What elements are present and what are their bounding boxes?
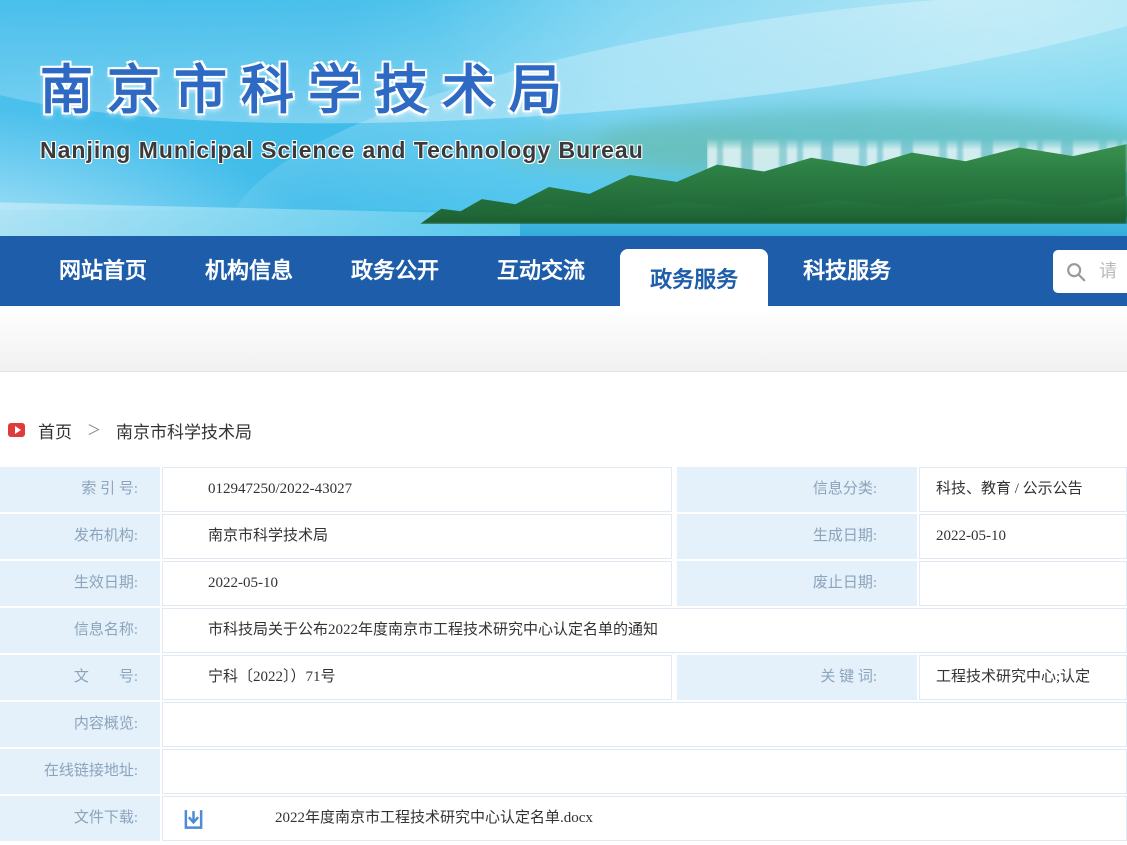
table-row-index: 索 引 号: 012947250/2022-43027 信息分类: 科技、教育 … bbox=[0, 467, 1127, 512]
breadcrumb-separator: ＞ bbox=[87, 420, 101, 440]
nav-item-home[interactable]: 网站首页 bbox=[36, 236, 170, 306]
site-title-en: Nanjing Municipal Science and Technology… bbox=[40, 137, 644, 164]
nav-item-gov-service-active[interactable]: 政务服务 bbox=[620, 249, 768, 311]
file-download-label: 文件下载: bbox=[0, 796, 160, 841]
nav-item-tech-service[interactable]: 科技服务 bbox=[780, 236, 914, 306]
table-row-docnum: 文 号: 宁科〔2022〕）71号 关 键 词: 工程技术研究中心;认定 bbox=[0, 655, 1127, 700]
breadcrumb-home-link[interactable]: 首页 bbox=[38, 418, 72, 443]
nav-item-org-info[interactable]: 机构信息 bbox=[182, 236, 316, 306]
search-input[interactable] bbox=[1099, 261, 1127, 282]
subnav-strip bbox=[0, 306, 1127, 372]
breadcrumb-current[interactable]: 南京市科学技术局 bbox=[116, 418, 252, 443]
content-summary-label: 内容概览: bbox=[0, 702, 160, 747]
keywords-value: 工程技术研究中心;认定 bbox=[919, 655, 1127, 700]
table-row-title: 信息名称: 市科技局关于公布2022年度南京市工程技术研究中心认定名单的通知 bbox=[0, 608, 1127, 653]
info-name-value: 市科技局关于公布2022年度南京市工程技术研究中心认定名单的通知 bbox=[162, 608, 1127, 653]
publisher-label: 发布机构: bbox=[0, 514, 160, 559]
nav-item-gov-open[interactable]: 政务公开 bbox=[328, 236, 462, 306]
document-info-table: 索 引 号: 012947250/2022-43027 信息分类: 科技、教育 … bbox=[0, 467, 1127, 841]
effective-date-label: 生效日期: bbox=[0, 561, 160, 606]
publisher-value: 南京市科学技术局 bbox=[162, 514, 672, 559]
keywords-label: 关 键 词: bbox=[677, 655, 917, 700]
info-name-label: 信息名称: bbox=[0, 608, 160, 653]
search-box[interactable] bbox=[1053, 250, 1127, 293]
breadcrumb-play-icon bbox=[8, 423, 25, 437]
online-link-label: 在线链接地址: bbox=[0, 749, 160, 794]
content-summary-value bbox=[162, 702, 1127, 747]
download-icon[interactable] bbox=[183, 809, 204, 831]
doc-number-label: 文 号: bbox=[0, 655, 160, 700]
index-number-label: 索 引 号: bbox=[0, 467, 160, 512]
table-row-effective: 生效日期: 2022-05-10 废止日期: bbox=[0, 561, 1127, 606]
site-title-cn: 南京市科学技术局 bbox=[40, 48, 576, 124]
table-row-publisher: 发布机构: 南京市科学技术局 生成日期: 2022-05-10 bbox=[0, 514, 1127, 559]
doc-number-value: 宁科〔2022〕）71号 bbox=[162, 655, 672, 700]
file-download-cell: 2022年度南京市工程技术研究中心认定名单.docx bbox=[162, 796, 1127, 841]
nav-item-interaction[interactable]: 互动交流 bbox=[474, 236, 608, 306]
effective-date-value: 2022-05-10 bbox=[162, 561, 672, 606]
online-link-value bbox=[162, 749, 1127, 794]
download-file-link[interactable]: 2022年度南京市工程技术研究中心认定名单.docx bbox=[275, 797, 593, 840]
index-number-value: 012947250/2022-43027 bbox=[162, 467, 672, 512]
main-nav: 网站首页 机构信息 政务公开 互动交流 政务服务 科技服务 bbox=[0, 236, 1127, 306]
page: 南京市科学技术局 Nanjing Municipal Science and T… bbox=[0, 0, 1127, 845]
breadcrumb: 首页 ＞ 南京市科学技术局 bbox=[8, 418, 1127, 442]
info-category-label: 信息分类: bbox=[677, 467, 917, 512]
info-category-value: 科技、教育 / 公示公告 bbox=[919, 467, 1127, 512]
site-banner: 南京市科学技术局 Nanjing Municipal Science and T… bbox=[0, 0, 1127, 236]
table-row-summary: 内容概览: bbox=[0, 702, 1127, 747]
created-date-value: 2022-05-10 bbox=[919, 514, 1127, 559]
expiry-date-value bbox=[919, 561, 1127, 606]
created-date-label: 生成日期: bbox=[677, 514, 917, 559]
search-icon bbox=[1065, 261, 1087, 283]
table-row-download: 文件下载: 2022年度南京市工程技术研究中心认定名单.docx bbox=[0, 796, 1127, 841]
expiry-date-label: 废止日期: bbox=[677, 561, 917, 606]
table-row-link: 在线链接地址: bbox=[0, 749, 1127, 794]
